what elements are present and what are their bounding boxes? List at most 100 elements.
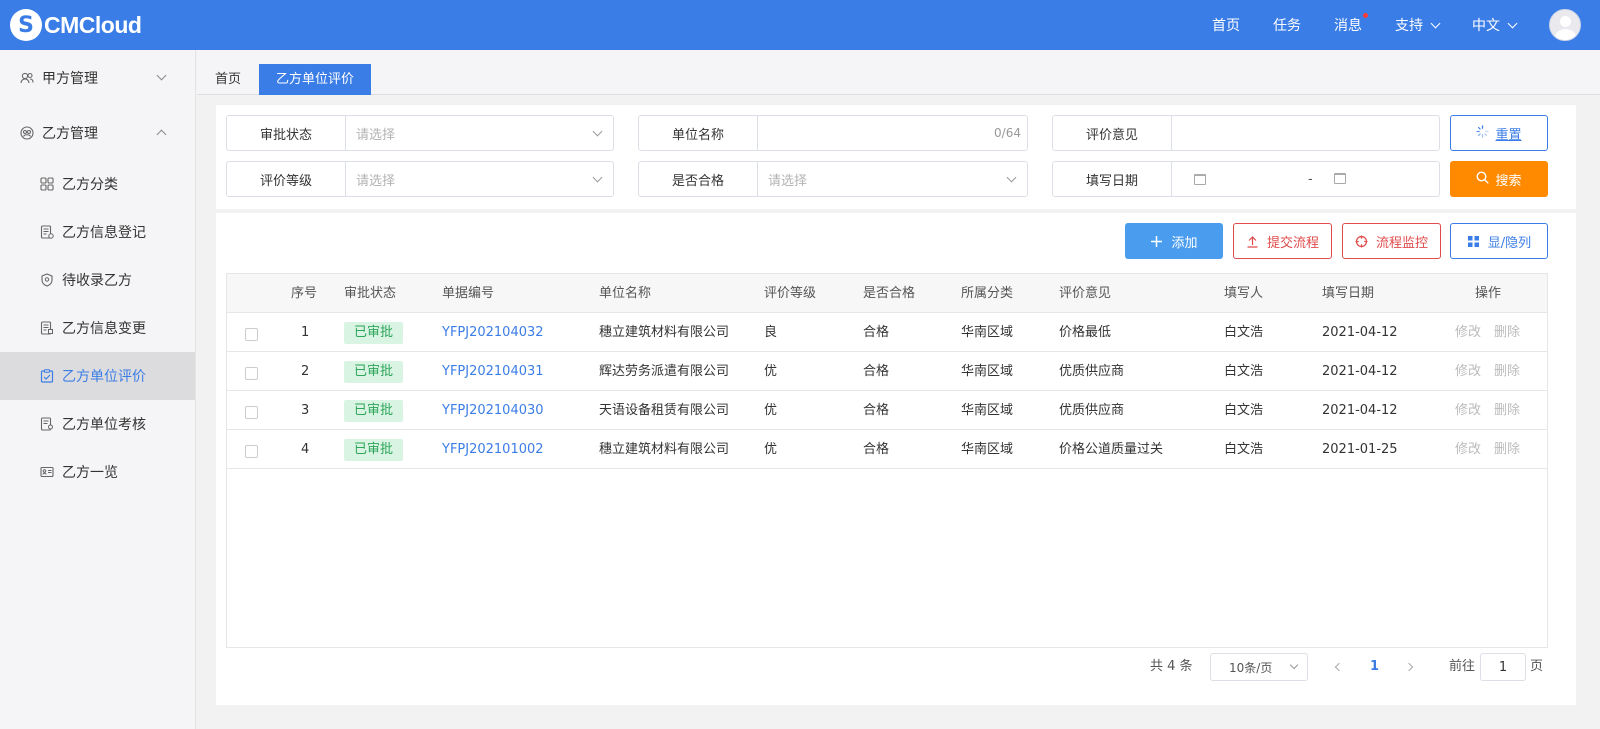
sidebar-group-label: 甲方管理 <box>42 70 98 87</box>
nav-support[interactable]: 支持 <box>1395 15 1441 35</box>
grade-filter: 评价等级 请选择 <box>226 161 614 197</box>
sidebar-item-assessment[interactable]: 乙方单位考核 <box>0 400 195 448</box>
sidebar-group-party-b[interactable]: 乙方管理 <box>0 105 195 160</box>
edit-link[interactable]: 修改 <box>1455 391 1481 430</box>
table-row[interactable]: 4 已审批 YFPJ202101002 穗立建筑材料有限公司 优 合格 华南区域… <box>227 430 1547 469</box>
add-button[interactable]: 添加 <box>1125 223 1223 259</box>
document-code-link[interactable]: YFPJ202104031 <box>442 352 544 391</box>
select-placeholder: 请选择 <box>768 173 808 189</box>
cell-date: 2021-01-25 <box>1322 442 1398 457</box>
delete-link[interactable]: 删除 <box>1494 391 1520 430</box>
cell-no: 3 <box>301 403 310 418</box>
toggle-columns-button[interactable]: 显/隐列 <box>1450 223 1548 259</box>
nav-home[interactable]: 首页 <box>1212 15 1240 35</box>
row-checkbox[interactable] <box>245 328 258 341</box>
reset-button[interactable]: 重置 <box>1450 115 1548 151</box>
status-badge: 已审批 <box>344 361 404 383</box>
prev-page-icon[interactable] <box>1334 662 1344 672</box>
upload-icon <box>1246 235 1259 248</box>
calendar-icon <box>1194 173 1206 185</box>
date-range-separator: - <box>1308 171 1313 187</box>
approval-status-select[interactable]: 请选择 <box>346 116 613 150</box>
monitor-flow-button[interactable]: 流程监控 <box>1342 223 1441 259</box>
tab-evaluation[interactable]: 乙方单位评价 <box>259 64 371 95</box>
document-code-link[interactable]: YFPJ202104032 <box>442 313 544 352</box>
cell-filler: 白文浩 <box>1224 325 1264 340</box>
cell-unit: 穗立建筑材料有限公司 <box>599 442 730 457</box>
add-label: 添加 <box>1171 235 1198 251</box>
field-label: 填写日期 <box>1053 162 1172 196</box>
tab-bar: 首页 乙方单位评价 <box>197 50 1600 95</box>
edit-link[interactable]: 修改 <box>1455 430 1481 469</box>
sidebar-item-pending[interactable]: 待收录乙方 <box>0 256 195 304</box>
sidebar-item-label: 乙方信息变更 <box>62 321 146 337</box>
avatar[interactable] <box>1549 9 1581 41</box>
delete-link[interactable]: 删除 <box>1494 352 1520 391</box>
qualified-select[interactable]: 请选择 <box>758 162 1027 196</box>
goto-page-input[interactable]: 1 <box>1480 653 1526 681</box>
submit-flow-button[interactable]: 提交流程 <box>1233 223 1332 259</box>
sidebar-item-change[interactable]: 乙方信息变更 <box>0 304 195 352</box>
document-code-link[interactable]: YFPJ202104030 <box>442 391 544 430</box>
cell-category: 华南区域 <box>961 325 1014 340</box>
column-header[interactable]: 填写日期 <box>1322 274 1374 313</box>
row-checkbox[interactable] <box>245 445 258 458</box>
clipboard-check-icon <box>40 369 54 383</box>
column-header[interactable]: 所属分类 <box>961 274 1013 313</box>
nav-tasks[interactable]: 任务 <box>1273 15 1301 35</box>
date-range-picker[interactable]: - <box>1172 162 1439 196</box>
delete-link[interactable]: 删除 <box>1494 313 1520 352</box>
sidebar: 甲方管理 乙方管理 乙方分类 乙方信息登记 待收录乙方 乙方信息变更 乙方单位评… <box>0 50 196 729</box>
sidebar-item-category[interactable]: 乙方分类 <box>0 160 195 208</box>
table-row[interactable]: 3 已审批 YFPJ202104030 天语设备租赁有限公司 优 合格 华南区域… <box>227 391 1547 430</box>
status-badge: 已审批 <box>344 439 404 461</box>
column-header[interactable]: 单据编号 <box>442 274 494 313</box>
nav-language[interactable]: 中文 <box>1472 15 1518 35</box>
table-row[interactable]: 2 已审批 YFPJ202104031 辉达劳务派遣有限公司 优 合格 华南区域… <box>227 352 1547 391</box>
field-label: 评价等级 <box>227 162 346 196</box>
column-header[interactable]: 审批状态 <box>344 274 396 313</box>
page-number-current[interactable]: 1 <box>1370 653 1379 681</box>
cell-category: 华南区域 <box>961 403 1014 418</box>
submit-flow-label: 提交流程 <box>1266 235 1319 251</box>
page-size-select[interactable]: 10条/页 <box>1210 653 1308 681</box>
sidebar-group-party-a[interactable]: 甲方管理 <box>0 50 195 105</box>
logo[interactable]: S CMCloud <box>10 9 142 41</box>
document-icon <box>40 321 54 335</box>
column-header[interactable]: 评价等级 <box>764 274 816 313</box>
field-label: 审批状态 <box>227 116 346 150</box>
document-code-link[interactable]: YFPJ202101002 <box>442 430 544 469</box>
chevron-down-icon <box>1289 660 1299 670</box>
sidebar-item-evaluation[interactable]: 乙方单位评价 <box>0 352 195 400</box>
search-button[interactable]: 搜索 <box>1450 161 1548 197</box>
chevron-down-icon <box>592 126 603 137</box>
row-checkbox[interactable] <box>245 406 258 419</box>
edit-link[interactable]: 修改 <box>1455 352 1481 391</box>
tab-home[interactable]: 首页 <box>211 64 245 95</box>
unit-name-input[interactable]: 0/64 <box>758 116 1027 150</box>
column-header[interactable]: 填写人 <box>1224 274 1263 313</box>
cell-status: 已审批 <box>344 313 404 352</box>
delete-link[interactable]: 删除 <box>1494 430 1520 469</box>
document-edit-icon <box>40 225 54 239</box>
shield-icon <box>40 273 54 287</box>
sidebar-item-registration[interactable]: 乙方信息登记 <box>0 208 195 256</box>
edit-link[interactable]: 修改 <box>1455 313 1481 352</box>
column-header[interactable]: 单位名称 <box>599 274 651 313</box>
sidebar-item-overview[interactable]: 乙方一览 <box>0 448 195 496</box>
opinion-input[interactable] <box>1172 116 1439 150</box>
fill-date-filter: 填写日期 - <box>1052 161 1440 197</box>
monitor-flow-label: 流程监控 <box>1375 235 1428 251</box>
next-page-icon[interactable] <box>1404 662 1414 672</box>
column-header[interactable]: 是否合格 <box>863 274 915 313</box>
field-label: 评价意见 <box>1053 116 1172 150</box>
grade-select[interactable]: 请选择 <box>346 162 613 196</box>
crosshair-icon <box>1355 235 1368 248</box>
row-checkbox[interactable] <box>245 367 258 380</box>
cell-status: 已审批 <box>344 391 404 430</box>
column-header[interactable]: 序号 <box>291 274 317 313</box>
table-row[interactable]: 1 已审批 YFPJ202104032 穗立建筑材料有限公司 良 合格 华南区域… <box>227 313 1547 352</box>
data-table: 序号 审批状态 单据编号 单位名称 评价等级 是否合格 所属分类 评价意见 填写… <box>226 273 1548 648</box>
nav-messages[interactable]: 消息 <box>1334 13 1368 35</box>
column-header[interactable]: 评价意见 <box>1059 274 1111 313</box>
